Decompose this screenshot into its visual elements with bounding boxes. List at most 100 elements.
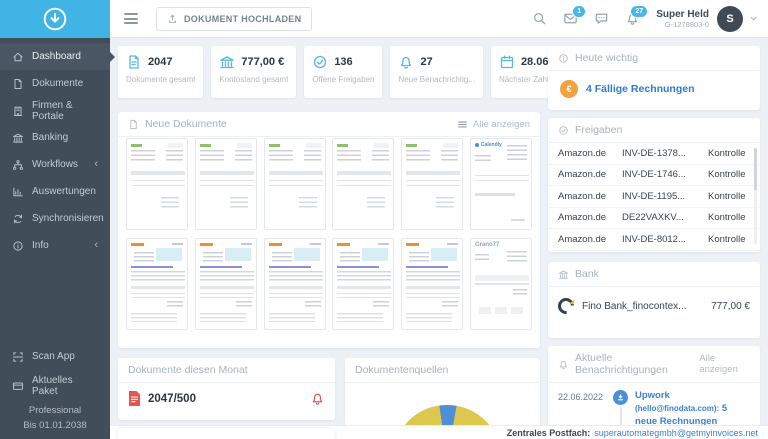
view-all-label: Alle anzeigen (699, 353, 750, 375)
invoice-preview (127, 239, 187, 329)
invoice-number: INV-DE-1195... (622, 191, 708, 202)
upload-document-button[interactable]: DOKUMENT HOCHLADEN (156, 7, 312, 31)
avatar[interactable]: S (717, 6, 743, 32)
sync-icon (12, 213, 24, 225)
invoice-preview (471, 239, 531, 329)
hamburger-menu-icon[interactable] (124, 11, 138, 27)
invoice-number: DE22VAXKV... (622, 212, 708, 223)
view-all-link[interactable]: Alle anzeigen (457, 119, 530, 130)
sidebar-item-info[interactable]: Info ‹ (0, 232, 110, 259)
document-thumbnail-amazon[interactable] (126, 238, 188, 330)
document-thumbnail[interactable] (195, 138, 257, 230)
documents-this-month-panel: Dokumente diesen Monat 2047/500 (118, 358, 335, 420)
building-icon (12, 105, 24, 117)
sidebar-item-firmen-portale[interactable]: Firmen & Portale (0, 97, 110, 124)
user-menu[interactable]: Super Held G-1278803-0 (656, 9, 709, 29)
approval-row[interactable]: Amazon.de DE22VAXKV... Kontrolle (548, 208, 760, 230)
sidebar-item-label: Synchronisieren (32, 213, 104, 224)
document-thumbnail[interactable] (264, 138, 326, 230)
due-invoices-link[interactable]: 4 Fällige Rechnungen (586, 83, 695, 95)
credit-card-icon (12, 380, 24, 392)
chat-icon[interactable] (594, 11, 609, 26)
fino-bank-logo (558, 298, 574, 314)
document-thumbnail-grano[interactable]: Grano77 (470, 238, 532, 330)
document-thumbnail[interactable] (401, 138, 463, 230)
red-document-icon (128, 391, 141, 406)
vendor: Amazon.de (558, 212, 622, 223)
package-until: Bis 01.01.2038 (0, 418, 110, 433)
panel-title: Aktuelle Benachrichtigungen (575, 352, 693, 376)
stat-new-notifications[interactable]: 27 Neue Benachrichtig... (390, 46, 483, 98)
panel-header: Dokumentenquellen (345, 358, 540, 383)
invoice-preview (127, 139, 187, 229)
import-download-icon (613, 390, 628, 405)
document-thumbnail[interactable] (332, 138, 394, 230)
sidebar-item-workflows[interactable]: Workflows ‹ (0, 151, 110, 178)
stat-open-approvals[interactable]: 136 Offene Freigaben (304, 46, 382, 98)
bank-account-name: Fino Bank_finocontex... (582, 301, 687, 312)
sidebar-item-dashboard[interactable]: Dashboard (0, 43, 110, 70)
bank-account-row[interactable]: Fino Bank_finocontex... 777,00 € (548, 287, 760, 325)
sidebar-item-banking[interactable]: Banking (0, 124, 110, 151)
dashboard-app: Dashboard Dokumente Firmen & Portale Ban… (0, 0, 768, 439)
sidebar-item-synchronisieren[interactable]: Synchronisieren (0, 205, 110, 232)
central-inbox-label: Zentrales Postfach: (507, 428, 591, 438)
chevron-down-icon[interactable] (749, 14, 758, 23)
invoice-preview (402, 239, 462, 329)
collapse-chevron-icon[interactable]: ‹ (94, 240, 98, 251)
euro-coin-icon: € (560, 80, 578, 98)
today-panel-body: € 4 Fällige Rechnungen (548, 71, 760, 107)
document-thumbnail-amazon[interactable] (195, 238, 257, 330)
main-content: 2047 Dokumente gesamt 777,00 € Kontostan… (110, 38, 768, 439)
package-item[interactable]: Aktuelles Paket (0, 369, 110, 403)
bank-account-balance: 777,00 € (711, 301, 750, 312)
sidebar-nav: Dashboard Dokumente Firmen & Portale Ban… (0, 38, 110, 259)
panel-title: Freigaben (575, 124, 622, 136)
panel-header: Heute wichtig (548, 46, 760, 71)
invoice-preview (196, 239, 256, 329)
user-name: Super Held (656, 9, 709, 20)
document-thumbnail-amazon[interactable] (332, 238, 394, 330)
stat-value: 777,00 € (241, 56, 284, 68)
panel-header: Bank (548, 262, 760, 287)
alert-bell-icon[interactable] (310, 391, 325, 406)
approval-row[interactable]: Amazon.de INV-DE-1378... Kontrolle (548, 143, 760, 165)
bell-icon (558, 359, 569, 370)
stat-documents-total[interactable]: 2047 Dokumente gesamt (118, 46, 203, 98)
approval-row[interactable]: Amazon.de INV-DE-8012... Kontrolle (548, 229, 760, 251)
search-icon[interactable] (532, 11, 547, 26)
stat-label: Offene Freigaben (312, 75, 374, 84)
home-icon (12, 51, 24, 63)
panel-title: Dokumentenquellen (355, 364, 448, 376)
view-all-link[interactable]: Alle anzeigen (699, 353, 750, 375)
invoice-preview (471, 139, 531, 229)
sidebar-item-label: Banking (32, 132, 68, 143)
app-logo[interactable] (0, 0, 110, 38)
sidebar-item-label: Firmen & Portale (32, 100, 98, 122)
scan-app-item[interactable]: Scan App (0, 345, 110, 369)
bank-icon (558, 269, 569, 280)
vendor: Amazon.de (558, 148, 622, 159)
collapse-chevron-icon[interactable]: ‹ (94, 159, 98, 170)
info-icon (558, 53, 569, 64)
document-thumbnail-amazon[interactable] (401, 238, 463, 330)
check-circle-icon (312, 54, 328, 70)
package-name: Professional (0, 403, 110, 418)
central-inbox-email-link[interactable]: superautomategmbh@getmyinvoices.net (594, 428, 758, 438)
invoice-preview (196, 139, 256, 229)
approval-row[interactable]: Amazon.de INV-DE-1195... Kontrolle (548, 186, 760, 208)
sidebar-bottom: Scan App Aktuelles Paket Professional Bi… (0, 345, 110, 433)
mail-icon[interactable]: 1 (563, 11, 578, 26)
sidebar-item-auswertungen[interactable]: Auswertungen (0, 178, 110, 205)
bank-icon (219, 54, 235, 70)
document-thumbnail-calendly[interactable]: Calendly (470, 138, 532, 230)
sidebar-item-dokumente[interactable]: Dokumente (0, 70, 110, 97)
notifications-bell-icon[interactable]: 27 (625, 11, 640, 26)
approval-row[interactable]: Amazon.de INV-DE-1746... Kontrolle (548, 165, 760, 187)
document-thumbnail[interactable] (126, 138, 188, 230)
stat-balance-total[interactable]: 777,00 € Kontostand gesamt (211, 46, 296, 98)
invoice-number: INV-DE-1746... (622, 169, 708, 180)
scrollbar-thumb[interactable] (754, 148, 757, 190)
stat-value: 27 (420, 56, 432, 68)
document-thumbnail-amazon[interactable] (264, 238, 326, 330)
